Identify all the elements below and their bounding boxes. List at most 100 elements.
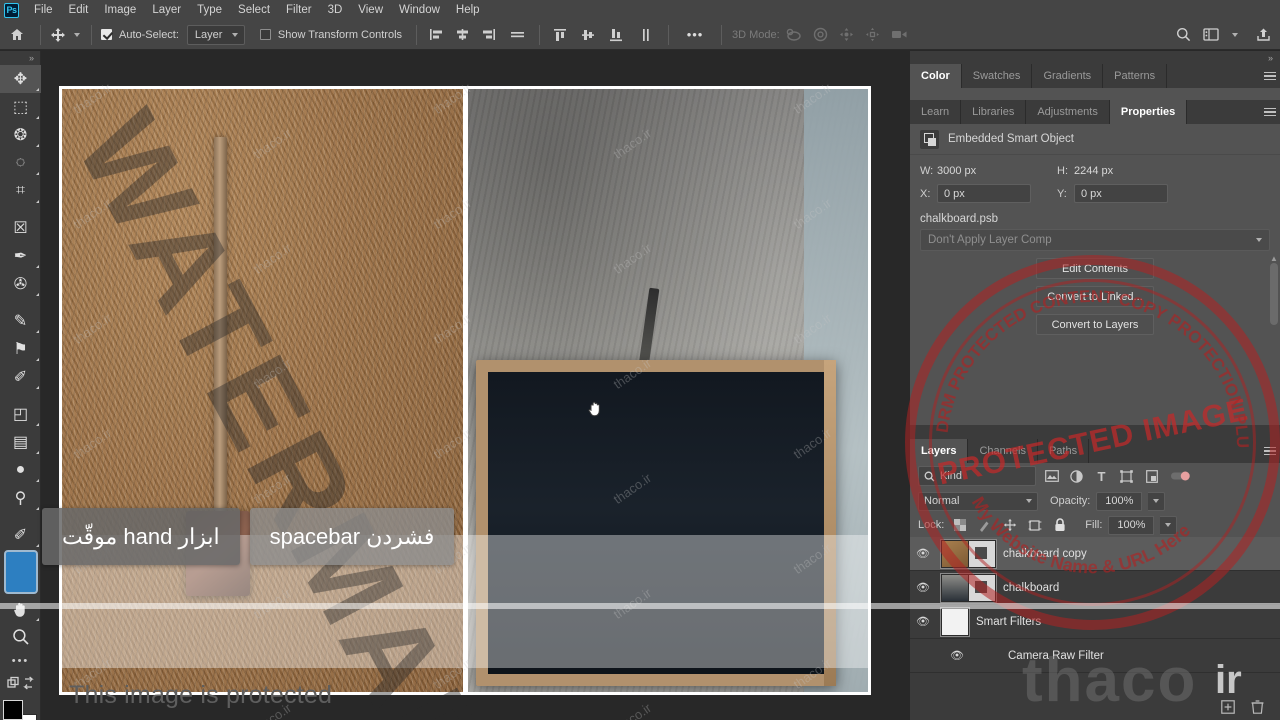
edit-contents-button[interactable]: Edit Contents	[1036, 258, 1154, 279]
menu-item-layer[interactable]: Layer	[144, 0, 189, 20]
frame-tool[interactable]: ☒	[0, 214, 41, 242]
menu-item-select[interactable]: Select	[230, 0, 278, 20]
layer-row[interactable]: 👁 chalkboard	[910, 571, 1280, 605]
document-window[interactable]	[59, 86, 871, 695]
edit-toolbar-button[interactable]: •••	[0, 651, 41, 671]
eyedropper-tool[interactable]: ✒	[0, 242, 41, 270]
lock-position-icon[interactable]	[1000, 516, 1019, 534]
clone-stamp-tool[interactable]: ⚑	[0, 335, 41, 363]
tab-gradients[interactable]: Gradients	[1032, 64, 1103, 88]
menu-item-edit[interactable]: Edit	[61, 0, 97, 20]
slide-3d-icon[interactable]	[860, 23, 886, 47]
shape-layer-filter-icon[interactable]	[1117, 467, 1136, 485]
blend-mode-dropdown[interactable]: Normal	[918, 491, 1038, 511]
dodge-tool[interactable]: ⚲	[0, 484, 41, 512]
show-transform-checkbox[interactable]	[259, 23, 273, 47]
align-top-icon[interactable]	[546, 23, 574, 47]
tab-paths[interactable]: Paths	[1037, 439, 1089, 463]
layer-filter-kind-dropdown[interactable]: Kind	[918, 466, 1036, 486]
tab-properties[interactable]: Properties	[1109, 100, 1187, 124]
tool-type-highlighted[interactable]	[0, 549, 41, 595]
delete-layer-icon[interactable]	[1251, 699, 1264, 717]
auto-select-scope-dropdown[interactable]: Layer	[186, 24, 245, 45]
tab-swatches[interactable]: Swatches	[961, 64, 1032, 88]
crop-tool[interactable]: ⌗	[0, 177, 41, 205]
more-options-button[interactable]: •••	[675, 23, 715, 47]
pixel-layer-filter-icon[interactable]	[1042, 467, 1061, 485]
distribute-vertical-icon[interactable]	[630, 23, 662, 47]
brush-tool[interactable]: ✎	[0, 307, 41, 335]
menu-item-type[interactable]: Type	[189, 0, 230, 20]
convert-to-layers-button[interactable]: Convert to Layers	[1036, 314, 1154, 335]
color-panel-menu-icon[interactable]	[1260, 64, 1280, 88]
scrollbar-thumb[interactable]	[1270, 263, 1278, 325]
align-right-icon[interactable]	[475, 23, 501, 47]
menu-item-filter[interactable]: Filter	[278, 0, 320, 20]
layer-visibility-icon[interactable]: 👁	[912, 615, 934, 628]
search-icon[interactable]	[1168, 23, 1198, 47]
fill-chevron-icon[interactable]	[1160, 515, 1178, 535]
screen-mode-button[interactable]	[0, 671, 41, 695]
menu-item-image[interactable]: Image	[96, 0, 144, 20]
marquee-tool[interactable]: ⬚	[0, 93, 41, 121]
hand-tool[interactable]	[0, 595, 41, 623]
workspace-icon[interactable]	[1198, 23, 1224, 47]
align-horizontal-center-icon[interactable]	[449, 23, 475, 47]
spot-healing-brush-tool[interactable]: ✇	[0, 270, 41, 298]
chevron-down-icon[interactable]	[1224, 23, 1246, 47]
camera-3d-icon[interactable]	[886, 23, 914, 47]
orbit-3d-icon[interactable]	[780, 23, 808, 47]
lock-image-icon[interactable]	[975, 516, 994, 534]
fill-input[interactable]: 100%	[1108, 515, 1155, 535]
menu-item-view[interactable]: View	[350, 0, 391, 20]
type-layer-filter-icon[interactable]: T	[1092, 467, 1111, 485]
layer-visibility-icon[interactable]: 👁	[912, 547, 934, 560]
menu-item-file[interactable]: File	[26, 0, 61, 20]
smart-object-filter-icon[interactable]	[1142, 467, 1161, 485]
pen-tool[interactable]: ✐	[0, 521, 41, 549]
eraser-tool[interactable]: ◰	[0, 400, 41, 428]
history-brush-tool[interactable]: ✐	[0, 363, 41, 391]
layer-visibility-icon[interactable]: 👁	[946, 649, 968, 662]
color-swatches[interactable]	[2, 700, 38, 720]
lock-transparency-icon[interactable]	[950, 516, 969, 534]
tab-learn[interactable]: Learn	[910, 100, 961, 124]
tab-adjustments[interactable]: Adjustments	[1026, 100, 1109, 124]
y-input[interactable]: 0 px	[1074, 184, 1168, 203]
properties-panel-menu-icon[interactable]	[1260, 100, 1280, 124]
panel-collapse-button[interactable]: »	[910, 51, 1280, 64]
layers-panel-menu-icon[interactable]	[1260, 439, 1280, 463]
menu-item-help[interactable]: Help	[448, 0, 488, 20]
lasso-tool[interactable]: ❂	[0, 121, 41, 149]
menu-item-window[interactable]: Window	[391, 0, 448, 20]
x-input[interactable]: 0 px	[937, 184, 1031, 203]
scroll-up-icon[interactable]: ▲	[1270, 254, 1278, 263]
roll-3d-icon[interactable]	[808, 23, 834, 47]
tool-preset-chevron-icon[interactable]	[69, 23, 85, 47]
align-left-icon[interactable]	[423, 23, 449, 47]
tab-libraries[interactable]: Libraries	[961, 100, 1026, 124]
foreground-color-swatch[interactable]	[3, 700, 23, 720]
home-icon[interactable]	[0, 23, 34, 47]
share-icon[interactable]	[1246, 23, 1280, 47]
canvas-area[interactable]: WATERMARK thaco.ir thaco.ir thaco.ir thaco.…	[41, 51, 910, 720]
menu-item-3d[interactable]: 3D	[320, 0, 351, 20]
adjustment-layer-filter-icon[interactable]	[1067, 467, 1086, 485]
tab-patterns[interactable]: Patterns	[1103, 64, 1167, 88]
opacity-chevron-icon[interactable]	[1148, 491, 1166, 511]
align-vertical-center-icon[interactable]	[574, 23, 602, 47]
convert-to-linked-button[interactable]: Convert to Linked...	[1036, 286, 1154, 307]
gradient-tool[interactable]: ▤	[0, 428, 41, 456]
move-tool[interactable]: ✥	[0, 65, 41, 93]
blur-tool[interactable]: ●	[0, 456, 41, 484]
new-layer-icon[interactable]	[1221, 699, 1235, 717]
layer-visibility-icon[interactable]: 👁	[912, 581, 934, 594]
tab-channels[interactable]: Channels	[968, 439, 1037, 463]
zoom-tool[interactable]	[0, 623, 41, 651]
filter-toggle-icon[interactable]	[1171, 467, 1190, 485]
layer-row[interactable]: 👁 chalkboard copy	[910, 537, 1280, 571]
tab-color[interactable]: Color	[910, 64, 961, 88]
align-bottom-icon[interactable]	[602, 23, 630, 47]
layer-comp-dropdown[interactable]: Don't Apply Layer Comp	[920, 229, 1270, 251]
layer-row[interactable]: 👁 Camera Raw Filter	[910, 639, 1280, 673]
